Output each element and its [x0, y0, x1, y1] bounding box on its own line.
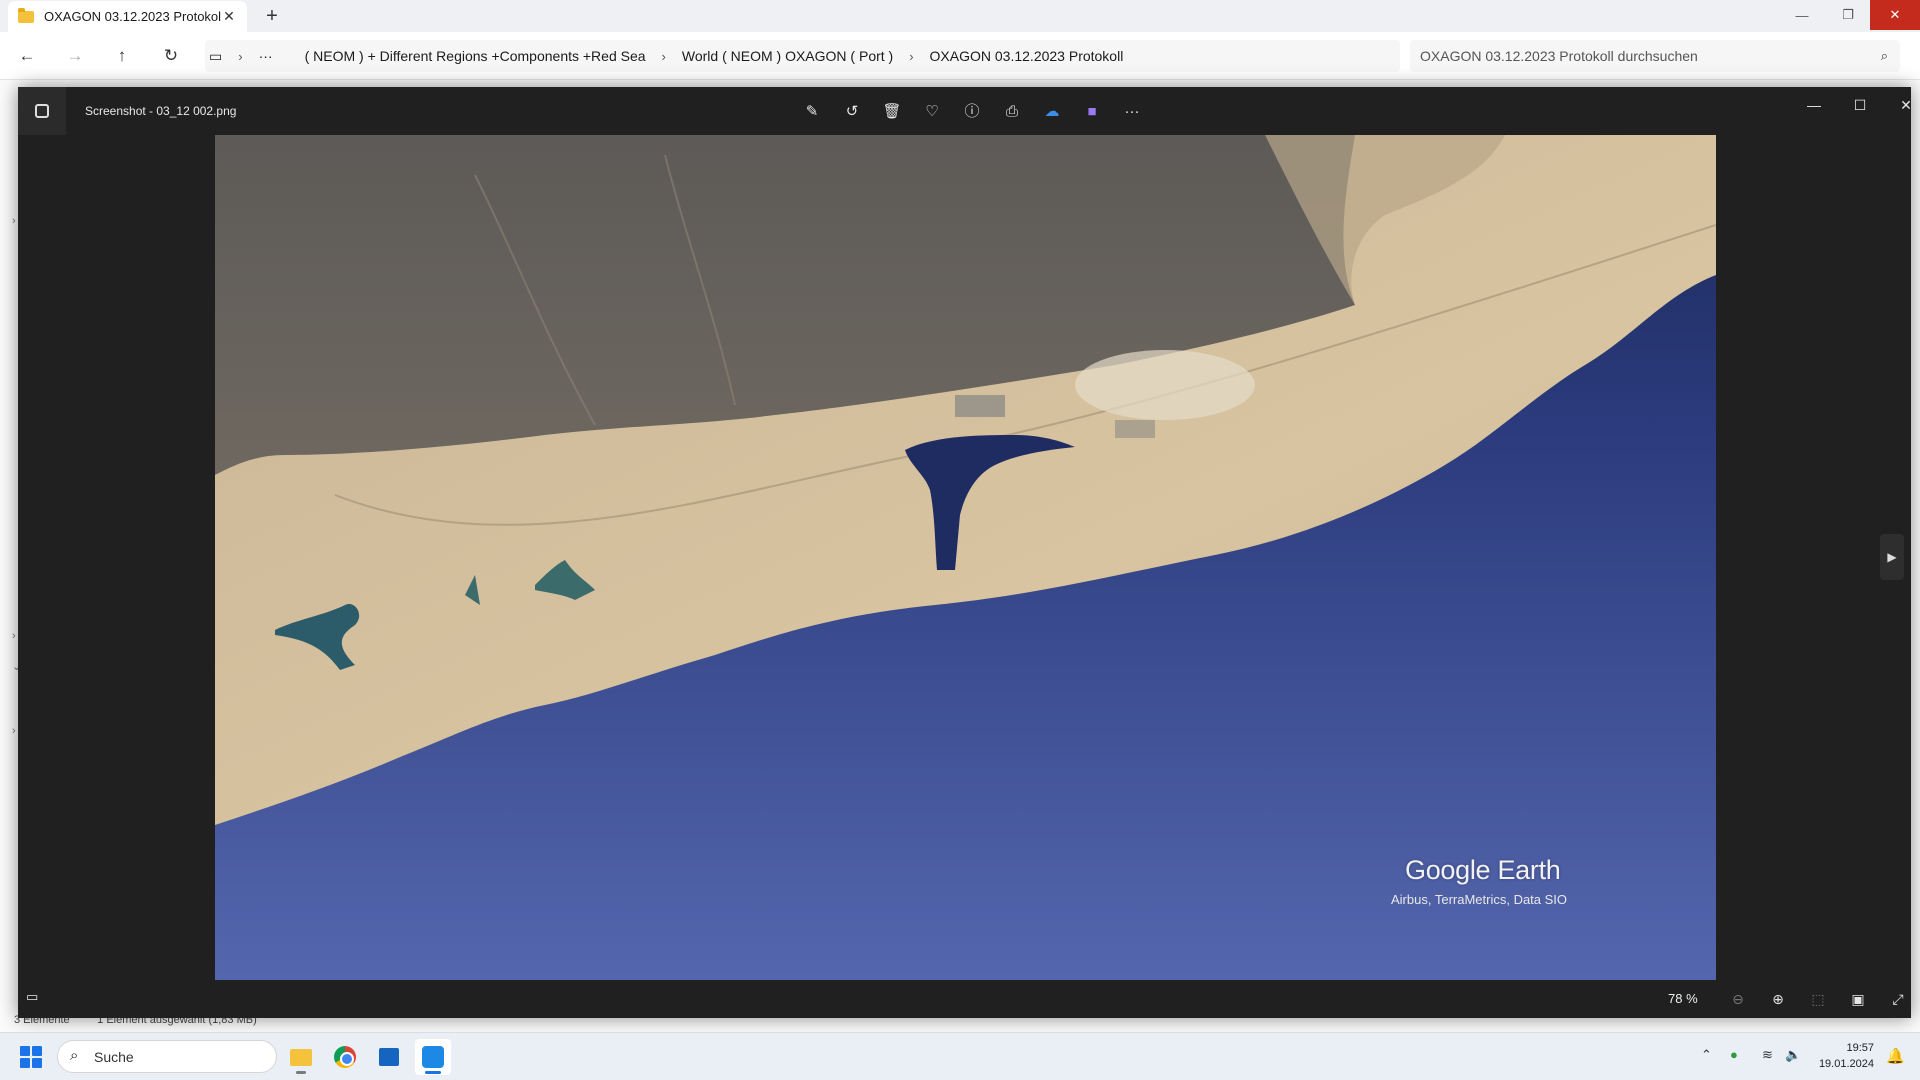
more-icon[interactable]: ··· — [1112, 100, 1152, 124]
tab-title: OXAGON 03.12.2023 Protokoll — [44, 9, 221, 24]
breadcrumb-item[interactable]: OXAGON 03.12.2023 Protokoll — [926, 48, 1128, 64]
explorer-tab[interactable]: OXAGON 03.12.2023 Protokoll ✕ — [8, 1, 247, 32]
chevron-right-icon[interactable]: › — [12, 215, 16, 227]
zoom-in-icon[interactable]: ⊕ — [1764, 988, 1792, 1010]
actual-size-icon[interactable]: ▣ — [1844, 988, 1872, 1010]
tab-close-icon[interactable]: ✕ — [221, 8, 237, 25]
explorer-tab-bar: OXAGON 03.12.2023 Protokoll ✕ + — ❐ ✕ — [0, 0, 1920, 32]
viewer-title-bar: Screenshot - 03_12 002.png ✎ ↺ 🗑 ♡ ⓘ ⎙ ☁… — [18, 87, 1912, 135]
taskbar-clock[interactable]: 19:57 19.01.2024 — [1810, 1040, 1874, 1072]
satellite-image — [215, 135, 1716, 980]
back-icon[interactable]: ← — [14, 44, 40, 68]
breadcrumb: ▭ › ··· ( NEOM ) + Different Regions +Co… — [205, 40, 1400, 72]
clipchamp-icon[interactable]: ■ — [1072, 100, 1112, 124]
print-icon[interactable]: ⎙ — [992, 100, 1032, 124]
photo-viewer-window: Screenshot - 03_12 002.png ✎ ↺ 🗑 ♡ ⓘ ⎙ ☁… — [18, 87, 1912, 1018]
filmstrip-icon[interactable]: ▭ — [26, 989, 46, 1007]
refresh-icon[interactable]: ↻ — [158, 44, 184, 68]
viewer-bottom-bar: ▭ 78 % ⊖ ⊕ ⬚ ▣ ⤢ — [18, 980, 1911, 1018]
search-icon: ⌕ — [70, 1047, 79, 1064]
breadcrumb-overflow[interactable]: ··· — [255, 48, 277, 64]
viewer-file-name: Screenshot - 03_12 002.png — [85, 104, 237, 118]
clock-time: 19:57 — [1846, 1042, 1874, 1054]
zoom-level: 78 % — [1668, 991, 1698, 1006]
onedrive-icon[interactable]: ☁ — [1032, 100, 1072, 124]
security-icon[interactable]: ● — [1730, 1047, 1738, 1062]
clock-date: 19.01.2024 — [1818, 1058, 1874, 1070]
photos-taskbar-icon[interactable] — [415, 1039, 451, 1075]
up-icon[interactable]: ↑ — [109, 44, 135, 68]
image-credit: Airbus, TerraMetrics, Data SIO — [1391, 892, 1568, 907]
monitor-icon[interactable]: ▭ — [205, 48, 226, 65]
taskbar-search[interactable]: ⌕ Suche — [57, 1040, 277, 1073]
edit-image-icon[interactable]: ✎ — [792, 100, 832, 124]
viewer-minimize-button[interactable]: — — [1791, 97, 1837, 121]
forward-icon[interactable]: → — [62, 44, 88, 68]
photos-app-icon[interactable] — [18, 87, 66, 135]
chevron-right-icon[interactable]: › — [12, 630, 16, 642]
chrome-icon[interactable] — [327, 1039, 363, 1075]
chevron-right-icon: › — [661, 48, 666, 64]
breadcrumb-item[interactable]: ( NEOM ) + Different Regions +Components… — [301, 48, 650, 64]
chevron-right-icon: › — [238, 48, 243, 64]
minimize-button[interactable]: — — [1779, 0, 1825, 30]
fit-to-window-icon[interactable]: ⬚ — [1804, 988, 1832, 1010]
chevron-up-icon[interactable]: ⌃ — [1701, 1047, 1712, 1063]
full-screen-icon[interactable]: ⤢ — [1884, 988, 1912, 1010]
taskbar-search-label: Suche — [94, 1049, 134, 1065]
zoom-out-icon[interactable]: ⊖ — [1724, 988, 1752, 1010]
chevron-right-icon: › — [909, 48, 914, 64]
explorer-nav-bar: ← → ↑ ↻ ▭ › ··· ( NEOM ) + Different Reg… — [0, 32, 1920, 80]
breadcrumb-item[interactable]: World ( NEOM ) OXAGON ( Port ) — [678, 48, 897, 64]
taskbar: ⌕ Suche ⌃ ● ≋ 🔈 19:57 19.01.2024 🔔 — [0, 1032, 1920, 1080]
delete-icon[interactable]: 🗑 — [872, 100, 912, 124]
viewer-close-button[interactable]: ✕ — [1883, 97, 1920, 121]
file-explorer-icon[interactable] — [283, 1039, 319, 1075]
wifi-icon[interactable]: ≋ — [1762, 1047, 1773, 1063]
new-tab-button[interactable]: + — [260, 5, 284, 28]
viewer-maximize-button[interactable]: ☐ — [1837, 97, 1883, 121]
start-icon[interactable] — [20, 1046, 42, 1068]
search-icon: ⌕ — [1880, 48, 1888, 63]
image-brand-watermark: Google Earth — [1405, 855, 1561, 885]
folder-icon — [18, 7, 34, 23]
notification-icon[interactable]: 🔔 — [1886, 1047, 1905, 1065]
chevron-right-icon[interactable]: › — [12, 725, 16, 737]
favorite-icon[interactable]: ♡ — [912, 100, 952, 124]
displayed-image[interactable]: Google Earth Airbus, TerraMetrics, Data … — [215, 135, 1716, 980]
info-icon[interactable]: ⓘ — [952, 100, 992, 124]
next-image-button[interactable]: ▶ — [1880, 534, 1904, 580]
store-icon[interactable] — [371, 1039, 407, 1075]
viewer-toolbar: ✎ ↺ 🗑 ♡ ⓘ ⎙ ☁ ■ ··· — [792, 100, 1152, 124]
volume-icon[interactable]: 🔈 — [1785, 1047, 1801, 1063]
restore-button[interactable]: ❐ — [1825, 0, 1871, 30]
folder-search-input[interactable]: OXAGON 03.12.2023 Protokoll durchsuchen … — [1410, 40, 1900, 72]
close-window-button[interactable]: ✕ — [1870, 0, 1920, 30]
search-placeholder: OXAGON 03.12.2023 Protokoll durchsuchen — [1420, 48, 1698, 64]
rotate-icon[interactable]: ↺ — [832, 100, 872, 124]
